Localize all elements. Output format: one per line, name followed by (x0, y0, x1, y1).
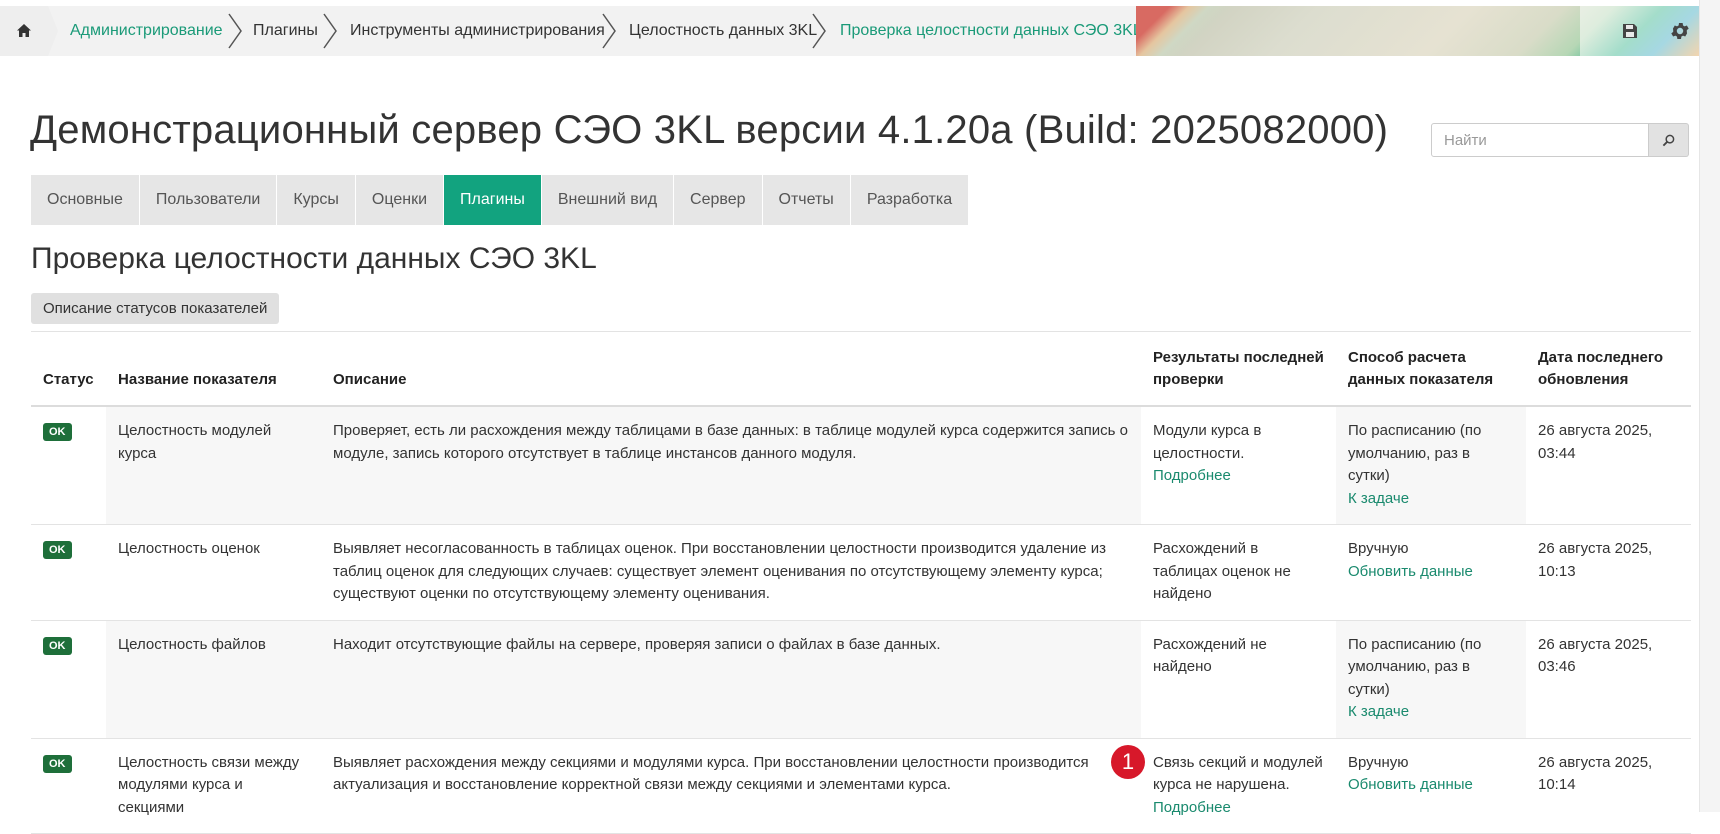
chevron-right-icon (228, 13, 242, 49)
indicator-name: Целостность модулей курса (106, 406, 321, 525)
indicator-description: Выявляет несогласованность в таблицах оц… (321, 524, 1141, 621)
breadcrumb-item-plugins[interactable]: Плагины (253, 6, 318, 56)
search-button[interactable] (1649, 123, 1689, 157)
top-navbar: Администрирование Плагины Инструменты ад… (0, 0, 1700, 56)
status-cell: OK (31, 406, 106, 525)
column-header-results[interactable]: Результаты последней проверки (1141, 339, 1336, 407)
status-cell: OK (31, 524, 106, 621)
result-text: Модули курса в целостности. (1153, 422, 1262, 462)
gear-icon[interactable] (1660, 6, 1700, 56)
tab-reports[interactable]: Отчеты (762, 175, 850, 225)
breadcrumb: Администрирование Плагины Инструменты ад… (0, 6, 1142, 56)
table-row: OK Целостность файлов Находит отсутствую… (31, 620, 1691, 739)
indicator-description: Находит отсутствующие файлы на сервере, … (321, 620, 1141, 739)
task-link[interactable]: К задаче (1348, 490, 1409, 507)
scrollbar[interactable] (1699, 0, 1720, 812)
updated-date: 26 августа 2025, 10:14 (1526, 738, 1691, 834)
column-header-status[interactable]: Статус (31, 339, 106, 407)
tab-development[interactable]: Разработка (850, 175, 969, 225)
tab-plugins[interactable]: Плагины (444, 175, 541, 225)
status-badge: OK (43, 423, 72, 441)
breadcrumb-item-data-integrity[interactable]: Целостность данных 3KL (629, 6, 817, 56)
method-cell: По расписанию (по умолчанию, раз в сутки… (1336, 620, 1526, 739)
result-cell: Расхождений не найдено (1141, 620, 1336, 739)
result-text: Расхождений в таблицах оценок не найдено (1153, 540, 1291, 602)
integrity-table: Статус Название показателя Описание Резу… (31, 339, 1691, 834)
status-badge: OK (43, 636, 72, 655)
refresh-data-link[interactable]: Обновить данные (1348, 563, 1473, 580)
table-row: OK Целостность связи между модулями курс… (31, 738, 1691, 834)
status-cell: OK (31, 738, 106, 834)
search-input[interactable] (1431, 123, 1649, 157)
method-text: По расписанию (по умолчанию, раз в сутки… (1348, 635, 1482, 698)
indicator-name: Целостность файлов (106, 620, 321, 739)
updated-date: 26 августа 2025, 03:46 (1526, 620, 1691, 739)
search-form (1431, 123, 1691, 159)
column-header-updated[interactable]: Дата последнего обновления (1526, 339, 1691, 407)
breadcrumb-item-admin-tools[interactable]: Инструменты администрирования (350, 6, 605, 56)
column-header-name[interactable]: Название показателя (106, 339, 321, 407)
status-cell: OK (31, 620, 106, 739)
status-description-button[interactable]: Описание статусов показателей (31, 293, 280, 324)
result-text: Связь секций и модулей курса не нарушена… (1153, 753, 1323, 794)
status-badge: OK (43, 754, 72, 773)
page-title: Проверка целостности данных СЭО 3KL (31, 242, 597, 275)
refresh-data-link[interactable]: Обновить данные (1348, 776, 1473, 793)
result-cell: Связь секций и модулей курса не нарушена… (1141, 738, 1336, 834)
chevron-right-icon (602, 13, 616, 49)
chevron-right-icon (323, 13, 337, 49)
column-header-method[interactable]: Способ расчета данных показателя (1336, 339, 1526, 407)
save-icon[interactable] (1610, 6, 1650, 56)
tab-appearance[interactable]: Внешний вид (541, 175, 674, 225)
annotation-marker: 1 (1111, 745, 1145, 779)
status-badge: OK (43, 541, 72, 559)
search-icon (1662, 134, 1675, 146)
result-cell: Модули курса в целостности. Подробнее (1141, 406, 1336, 525)
breadcrumb-item-administration[interactable]: Администрирование (70, 6, 223, 56)
task-link[interactable]: К задаче (1348, 703, 1409, 720)
method-text: По расписанию (по умолчанию, раз в сутки… (1348, 422, 1482, 484)
divider (31, 331, 1691, 332)
table-row: OK Целостность оценок Выявляет несогласо… (31, 524, 1691, 621)
method-cell: Вручную Обновить данные (1336, 738, 1526, 834)
tab-general[interactable]: Основные (31, 175, 139, 225)
indicator-description: Выявляет расхождения между секциями и мо… (321, 738, 1141, 834)
method-cell: По расписанию (по умолчанию, раз в сутки… (1336, 406, 1526, 525)
breadcrumb-separator (48, 6, 58, 56)
indicator-name: Целостность оценок (106, 524, 321, 621)
column-header-description[interactable]: Описание (321, 339, 1141, 407)
method-text: Вручную (1348, 753, 1409, 771)
updated-date: 26 августа 2025, 03:44 (1526, 406, 1691, 525)
details-link[interactable]: Подробнее (1153, 799, 1231, 816)
table-row: OK Целостность модулей курса Проверяет, … (31, 406, 1691, 525)
indicator-description: Проверяет, есть ли расхождения между таб… (321, 406, 1141, 525)
site-title: Демонстрационный сервер СЭО 3KL версии 4… (30, 108, 1389, 152)
method-text: Вручную (1348, 540, 1409, 557)
tab-grades[interactable]: Оценки (355, 175, 444, 225)
result-cell: Расхождений в таблицах оценок не найдено (1141, 524, 1336, 621)
admin-tabs: Основные Пользователи Курсы Оценки Плаги… (31, 175, 969, 225)
indicator-name: Целостность связи между модулями курса и… (106, 738, 321, 834)
chevron-right-icon (812, 13, 826, 49)
home-icon[interactable] (0, 6, 48, 56)
breadcrumb-item-current[interactable]: Проверка целостности данных СЭО 3KL (840, 6, 1142, 56)
tab-server[interactable]: Сервер (674, 175, 762, 225)
tab-users[interactable]: Пользователи (139, 175, 277, 225)
table-header-row: Статус Название показателя Описание Резу… (31, 339, 1691, 407)
result-text: Расхождений не найдено (1153, 635, 1267, 676)
tab-courses[interactable]: Курсы (277, 175, 355, 225)
details-link[interactable]: Подробнее (1153, 467, 1231, 484)
updated-date: 26 августа 2025, 10:13 (1526, 524, 1691, 621)
method-cell: Вручную Обновить данные (1336, 524, 1526, 621)
